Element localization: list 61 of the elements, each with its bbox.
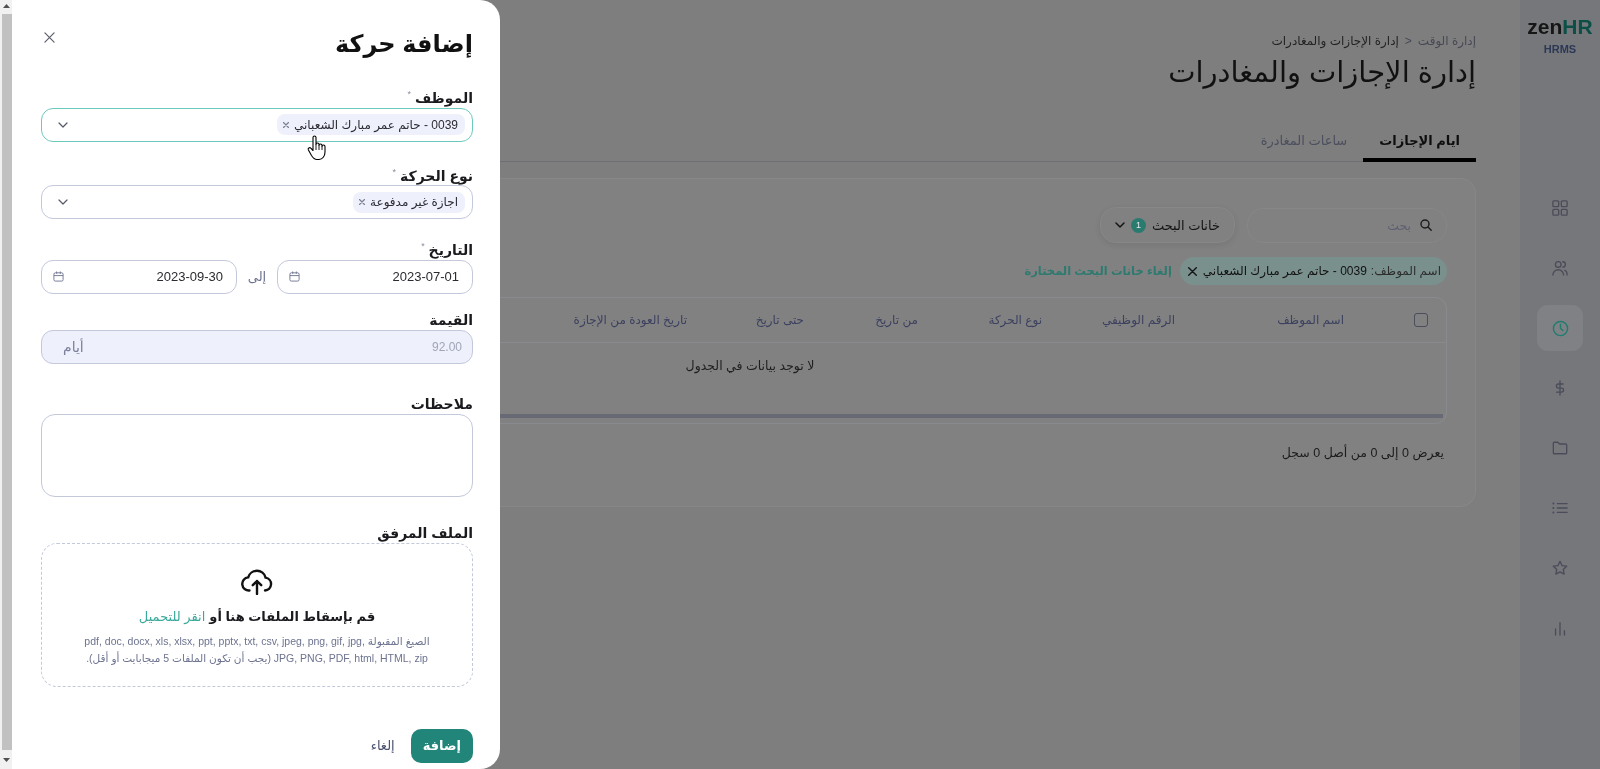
- notes-textarea[interactable]: [41, 413, 473, 497]
- breadcrumb-separator: >: [1404, 34, 1412, 48]
- file-dropzone[interactable]: قم بإسقاط الملفات هنا أو انقر للتحميل الصيغ المقبولة pdf, doc, docx, xls, xlsx, ppt, pptx, txt, csv, jpeg, png, gif, jpg, JPG, PNG, PDF, html, HTML, zip (يجب أن تكون الملفات 5 ميجابايت أو أقل).: [41, 542, 473, 687]
- upload-instructions: قم بإسقاط الملفات هنا أو انقر للتحميل: [138, 608, 376, 625]
- chevron-down-icon: [58, 199, 68, 206]
- chevron-down-icon: [58, 121, 68, 128]
- select-field[interactable]: اجازة غير مدفوعة: [41, 185, 473, 220]
- column-header: الرقم الوظيفي: [1100, 313, 1176, 327]
- star-icon: [1552, 560, 1568, 576]
- column-header: حتى تاريخ: [754, 313, 805, 327]
- chevron-down-icon: [1114, 222, 1125, 228]
- column-header: من تاريخ: [874, 313, 919, 327]
- hand-cursor-icon: [307, 135, 327, 161]
- field-label: القيمة: [428, 310, 473, 330]
- upload-link[interactable]: انقر للتحميل: [138, 608, 206, 624]
- selected-tag-text: 0039 - حاتم عمر مبارك الشعباني: [294, 117, 458, 132]
- list-icon: [1552, 500, 1568, 516]
- tab[interactable]: ايام الإجازات: [1363, 126, 1476, 162]
- clock-icon: [1551, 319, 1569, 337]
- range-separator: إلى: [247, 269, 267, 285]
- column-header: اسم الموظف: [1276, 313, 1345, 327]
- bar-chart-icon: [1552, 620, 1568, 636]
- add-button[interactable]: إضافة: [410, 728, 473, 763]
- unit-label: أيام: [63, 338, 84, 355]
- remove-filter-icon[interactable]: [1187, 266, 1197, 276]
- cancel-button[interactable]: إلغاء: [370, 738, 395, 754]
- field-label: الملف المرفق: [376, 523, 473, 543]
- column-header: تاريخ العودة من الإجازة: [572, 313, 688, 327]
- breadcrumb-current: إدارة الإجازات والمغادرات: [1271, 34, 1399, 48]
- pagination-info: يعرض 0 إلى 0 من أصل 0 سجل: [1281, 446, 1444, 460]
- calendar-icon: [53, 271, 64, 283]
- field-label: الموظف $^{*}$: [406, 88, 473, 108]
- calendar-icon: [289, 271, 300, 283]
- date-field[interactable]: 2023-09-30: [41, 259, 237, 294]
- users-icon: [1552, 260, 1568, 276]
- search-icon: [1420, 219, 1432, 231]
- count-badge: 1: [1130, 217, 1146, 233]
- filter-chip-text: اسم الموظف: 0039 - حاتم عمر مبارك الشعباني: [1202, 264, 1441, 278]
- scroll-down-icon[interactable]: [3, 758, 10, 762]
- sidebar-nav-button[interactable]: [1537, 305, 1583, 351]
- accepted-formats-text: الصيغ المقبولة pdf, doc, docx, xls, xlsx, ppt, pptx, txt, csv, jpeg, png, gif, jpg, JPG, PNG, PDF, html, HTML, zip (يجب أن تكون الملفات 5 ميجابايت أو أقل).: [83, 633, 431, 667]
- grid-icon: [1552, 200, 1568, 216]
- close-icon[interactable]: [44, 32, 55, 43]
- date-field[interactable]: 2023-07-01: [277, 259, 473, 294]
- column-header: نوع الحركة: [987, 313, 1043, 327]
- select-all-checkbox[interactable]: [1414, 313, 1428, 327]
- selected-tag-text: اجازة غير مدفوعة: [370, 195, 458, 210]
- empty-table-message: لا توجد بيانات في الجدول: [685, 357, 815, 373]
- scroll-up-icon[interactable]: [3, 4, 10, 8]
- field-label: ملاحظات: [409, 394, 473, 414]
- page-title: إدارة الإجازات والمغادرات: [1168, 55, 1476, 90]
- scrollbar-thumb[interactable]: [2, 14, 12, 750]
- remove-icon[interactable]: [359, 199, 366, 206]
- logo-wordmark: zenHR: [1527, 17, 1593, 37]
- product-name: HRMS: [1543, 43, 1577, 55]
- remove-icon[interactable]: [283, 121, 289, 128]
- field-label: نوع الحركة $^{*}$: [391, 165, 473, 186]
- select-field[interactable]: 0039 - حاتم عمر مبارك الشعباني: [41, 107, 473, 142]
- folder-icon: [1552, 440, 1568, 456]
- modal-title: إضافة حركة: [334, 29, 473, 60]
- field-label: التاريخ $^{*}$: [420, 240, 473, 260]
